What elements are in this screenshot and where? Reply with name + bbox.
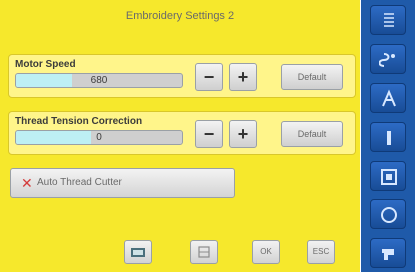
motor-speed-panel: Motor Speed 680 − + Default [8,54,356,98]
page-title: Embroidery Settings 2 [125,10,235,22]
thread-tension-value-bar: 0 [15,130,183,145]
motor-speed-plus-button[interactable]: + [229,63,257,91]
stitch-pattern-icon [379,53,395,67]
bobbin-icon[interactable] [190,240,218,264]
auto-thread-cutter-label: Auto Thread Cutter [37,177,122,188]
font-button[interactable] [370,83,406,113]
stitch-length-icon [384,13,394,27]
thread-tension-label: Thread Tension Correction [15,116,143,127]
machine-icon [382,249,394,260]
thread-tension-plus-button[interactable]: + [229,120,257,148]
font-icon [382,89,396,107]
embroidery-glyph [131,248,145,257]
sidebar [361,0,415,272]
needle-button[interactable] [370,122,406,152]
record-icon [381,207,397,223]
motor-speed-minus-button[interactable]: − [195,63,223,91]
thread-tension-minus-button[interactable]: − [195,120,223,148]
esc-button[interactable]: ESC [307,240,335,264]
ok-button[interactable]: OK [252,240,280,264]
motor-speed-value-bar: 680 [15,73,183,88]
machine-button[interactable] [370,238,406,268]
embroidery-icon[interactable] [124,240,152,264]
bobbin-glyph [198,246,210,258]
embroidery-settings-screen: Embroidery Settings 2 Motor Speed 680 − … [0,0,415,272]
auto-thread-cutter-button[interactable]: ✕ Auto Thread Cutter [10,168,235,198]
motor-speed-label: Motor Speed [15,59,76,70]
red-x-icon: ✕ [21,175,33,191]
stitch-length-button[interactable] [370,5,406,35]
thread-tension-panel: Thread Tension Correction 0 − + Default [8,111,356,155]
needle-icon [387,131,391,145]
thread-tension-default-button[interactable]: Default [281,121,343,147]
stitch-pattern-button[interactable] [370,44,406,74]
record-button[interactable] [370,199,406,229]
hoop-button[interactable] [370,161,406,191]
motor-speed-default-button[interactable]: Default [281,64,343,90]
main-panel: Embroidery Settings 2 Motor Speed 680 − … [0,0,360,272]
hoop-icon [381,169,397,185]
thread-tension-value: 0 [96,132,102,143]
motor-speed-value: 680 [90,75,108,86]
